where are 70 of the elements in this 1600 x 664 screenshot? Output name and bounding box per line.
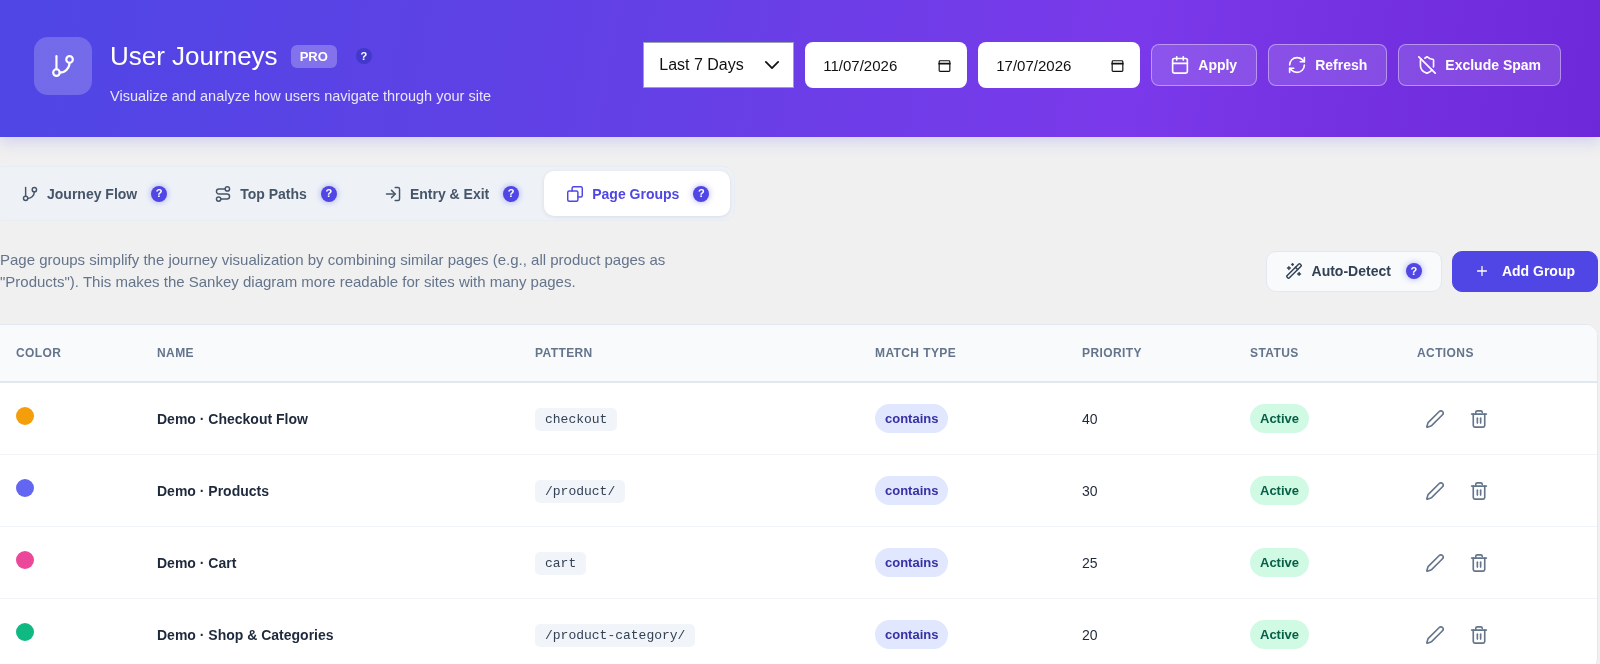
branch-icon: [22, 185, 38, 202]
group-name: Demo · Products: [157, 482, 269, 499]
route-icon: [215, 185, 232, 202]
column-header: NAME: [142, 325, 520, 382]
description-text: Page groups simplify the journey visualization by combining similar pages (e.g., all product pages as "Products"). This makes the Sankey diagram more readable for sites with many pages.: [0, 250, 667, 292]
trash-icon[interactable]: [1470, 409, 1488, 428]
page-title: User Journeys: [110, 40, 278, 72]
sign-in-icon: [384, 185, 401, 202]
priority-value: 25: [1082, 554, 1098, 571]
column-header: ACTIONS: [1402, 325, 1597, 382]
tab[interactable]: Entry & Exit ?: [361, 171, 541, 216]
tab[interactable]: Page Groups ?: [544, 171, 731, 216]
status-tag: Active: [1250, 620, 1310, 649]
help-button[interactable]: ?: [320, 185, 337, 202]
pencil-icon[interactable]: [1426, 409, 1444, 428]
group-name: Demo · Cart: [157, 554, 237, 571]
column-header: STATUS: [1235, 325, 1402, 382]
tab[interactable]: Top Paths ?: [192, 171, 358, 216]
branch-icon: [34, 37, 92, 95]
column-header: PATTERN: [520, 325, 860, 382]
pencil-icon[interactable]: [1426, 625, 1444, 644]
page-subtitle: Visualize and analyze how users navigate through your site: [110, 87, 491, 105]
priority-value: 40: [1082, 410, 1098, 427]
pattern-code: cart: [535, 552, 587, 575]
chevron-down-icon: [765, 61, 780, 69]
trash-icon[interactable]: [1470, 625, 1488, 644]
auto-detect-button[interactable]: Auto-Detect ?: [1265, 250, 1442, 292]
priority-value: 20: [1082, 626, 1098, 643]
help-button[interactable]: ?: [1405, 263, 1422, 279]
add-group-button[interactable]: Add Group: [1451, 250, 1598, 292]
match-type-tag: contains: [875, 620, 949, 649]
calendar-icon[interactable]: [938, 58, 952, 72]
group-name: Demo · Checkout Flow: [157, 410, 308, 427]
priority-value: 30: [1082, 482, 1098, 499]
group-name: Demo · Shop & Categories: [157, 626, 334, 643]
tab[interactable]: Journey Flow ?: [0, 171, 189, 216]
help-button[interactable]: ?: [151, 185, 168, 202]
stacked-squares-icon: [567, 185, 584, 202]
column-header: PRIORITY: [1067, 325, 1235, 382]
plan-badge: PRO: [290, 44, 337, 68]
status-tag: Active: [1250, 476, 1310, 505]
column-header: MATCH TYPE: [860, 325, 1067, 382]
refresh-button[interactable]: Refresh: [1268, 44, 1388, 86]
exclude-spam-button[interactable]: Exclude Spam: [1398, 44, 1561, 86]
apply-button[interactable]: Apply: [1151, 44, 1258, 86]
match-type-tag: contains: [875, 476, 949, 505]
calendar-icon[interactable]: [1111, 58, 1125, 72]
trash-icon[interactable]: [1470, 481, 1488, 500]
period-select[interactable]: Last 7 Days: [643, 42, 795, 88]
help-button[interactable]: ?: [693, 185, 710, 202]
status-tag: Active: [1250, 548, 1310, 577]
refresh-icon: [1288, 56, 1307, 74]
calendar-icon: [1171, 56, 1190, 74]
pencil-icon[interactable]: [1426, 481, 1444, 500]
plus-icon: [1474, 264, 1489, 278]
help-button[interactable]: ?: [503, 185, 520, 202]
end-date-field[interactable]: 17/07/2026: [978, 42, 1141, 88]
pattern-code: /product-category/: [535, 624, 696, 647]
column-header: COLOR: [0, 325, 142, 382]
pencil-icon[interactable]: [1426, 553, 1444, 572]
match-type-tag: contains: [875, 548, 949, 577]
magic-wand-icon: [1285, 263, 1302, 279]
pattern-code: /product/: [535, 480, 626, 503]
help-button[interactable]: ?: [355, 48, 372, 64]
trash-icon[interactable]: [1470, 553, 1488, 572]
match-type-tag: contains: [875, 404, 949, 433]
pattern-code: checkout: [535, 408, 618, 431]
shield-off-icon: [1418, 56, 1437, 74]
start-date-field[interactable]: 11/07/2026: [805, 42, 968, 88]
status-tag: Active: [1250, 404, 1310, 433]
